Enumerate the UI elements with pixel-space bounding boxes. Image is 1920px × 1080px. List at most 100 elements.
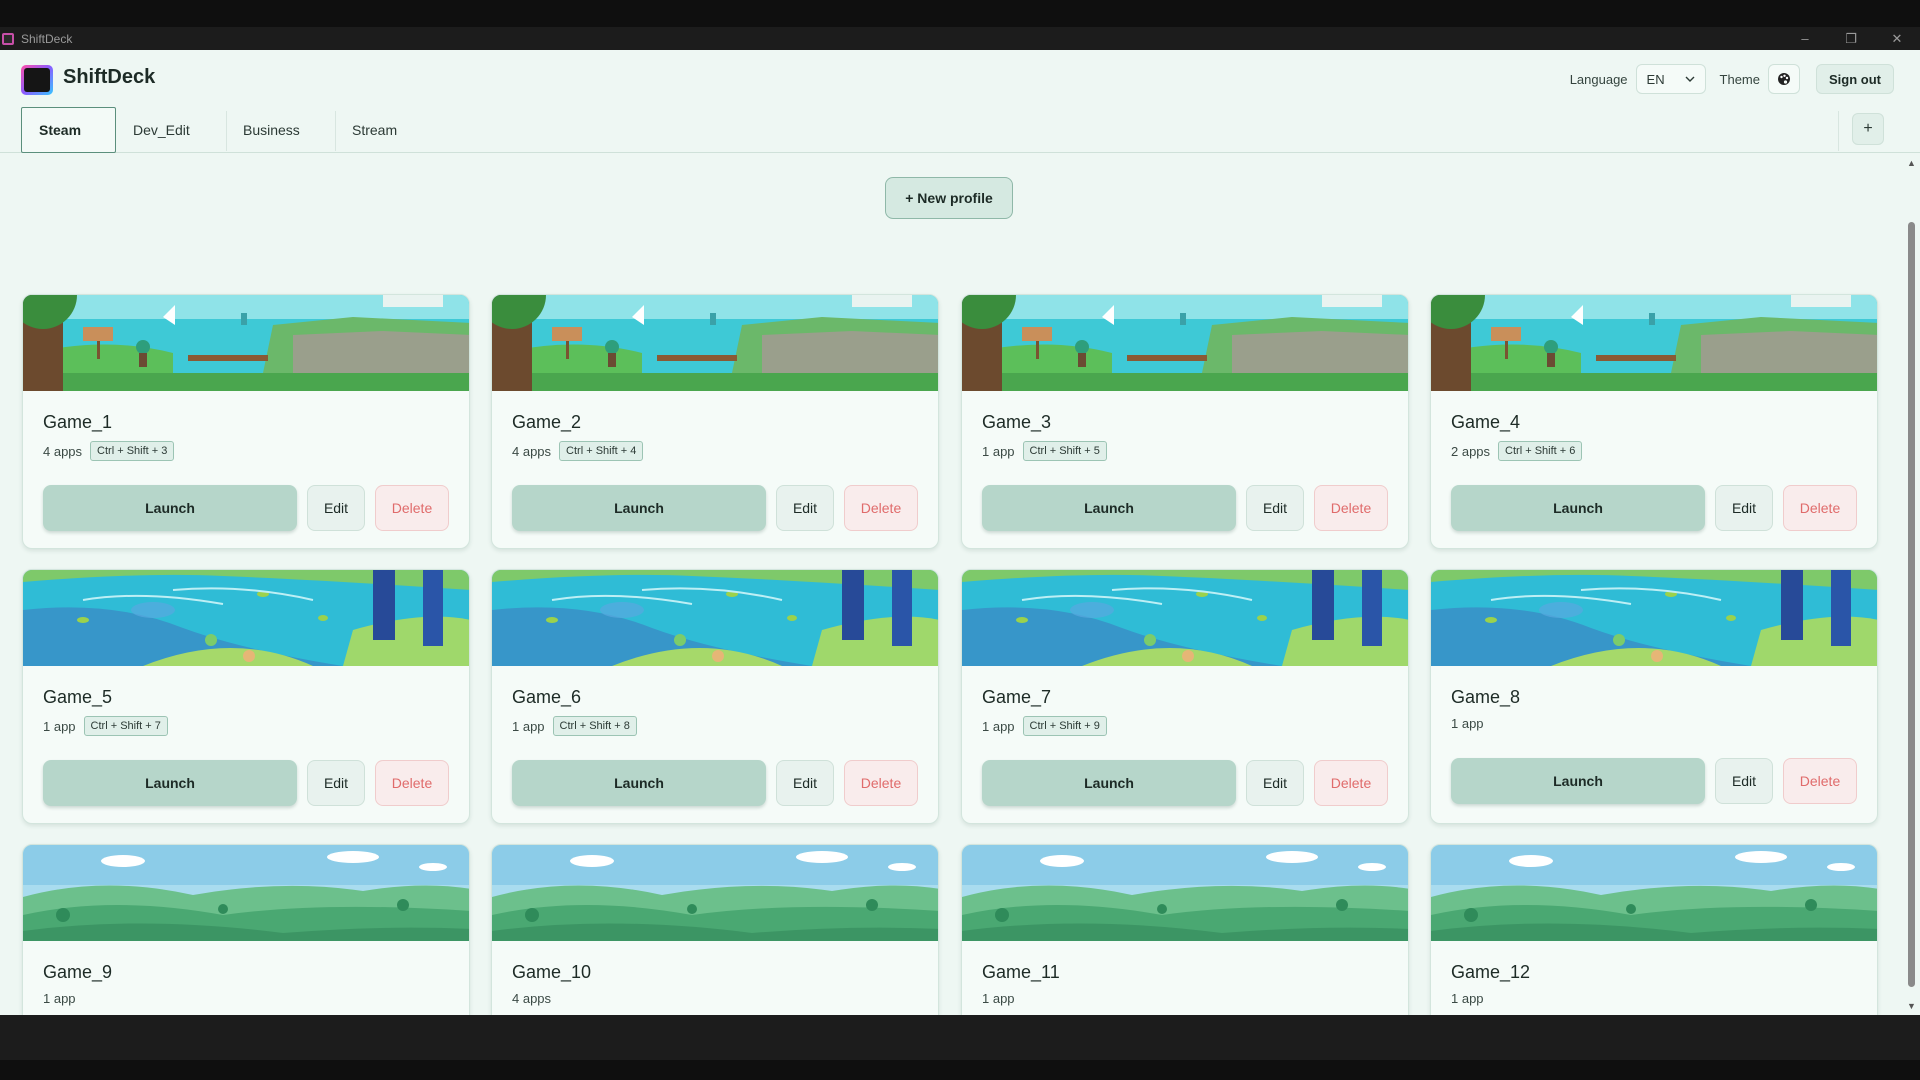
app-count: 1 app <box>982 443 1015 459</box>
tab-stream[interactable]: Stream <box>335 107 435 153</box>
profile-title: Game_2 <box>512 412 582 432</box>
edit-button[interactable]: Edit <box>1715 485 1773 531</box>
hotkey-badge: Ctrl + Shift + 8 <box>552 716 637 736</box>
close-icon[interactable]: ✕ <box>1874 27 1920 50</box>
delete-button[interactable]: Delete <box>844 485 918 531</box>
profile-card: Game_3 1 app Ctrl + Shift + 5 Launch Edi… <box>961 294 1409 549</box>
profile-meta: 4 apps <box>512 991 551 1006</box>
profile-banner-image <box>492 570 938 666</box>
hotkey-badge: Ctrl + Shift + 7 <box>83 716 168 736</box>
add-tab-button[interactable]: + <box>1852 113 1884 145</box>
profile-title: Game_5 <box>43 687 113 707</box>
delete-button[interactable]: Delete <box>1783 758 1857 804</box>
launch-button[interactable]: Launch <box>512 760 766 806</box>
profile-meta: 1 app Ctrl + Shift + 5 <box>982 441 1107 461</box>
profile-meta: 4 apps Ctrl + Shift + 4 <box>512 441 644 461</box>
scroll-down-icon[interactable]: ▼ <box>1907 1001 1916 1011</box>
tab-steam[interactable]: Steam <box>21 107 116 153</box>
taskbar <box>0 1015 1920 1060</box>
profile-title: Game_7 <box>982 687 1052 707</box>
launch-button[interactable]: Launch <box>1451 485 1705 531</box>
delete-button[interactable]: Delete <box>844 760 918 806</box>
profile-meta: 1 app Ctrl + Shift + 9 <box>982 716 1107 736</box>
app-header: ShiftDeck Language EN Theme Sign out <box>0 50 1920 105</box>
launch-button[interactable]: Launch <box>43 760 297 806</box>
profile-card: Game_5 1 app Ctrl + Shift + 7 Launch Edi… <box>22 569 470 824</box>
profile-meta: 1 app <box>982 991 1015 1006</box>
profile-title: Game_12 <box>1451 962 1531 982</box>
launch-button[interactable]: Launch <box>1451 758 1705 804</box>
hotkey-badge: Ctrl + Shift + 5 <box>1022 441 1107 461</box>
profile-grid-scroll[interactable]: + New profile Game_1 4 apps Ctrl + Shift… <box>0 154 1902 1015</box>
tab-business[interactable]: Business <box>226 107 335 153</box>
language-select[interactable]: EN <box>1635 64 1706 94</box>
edit-button[interactable]: Edit <box>776 485 834 531</box>
profile-card: Game_11 1 app Launch Edit Delete <box>961 844 1409 1015</box>
profile-banner-image <box>23 570 469 666</box>
minimize-icon[interactable]: – <box>1782 27 1828 50</box>
profile-title: Game_8 <box>1451 687 1521 707</box>
profile-card: Game_4 2 apps Ctrl + Shift + 6 Launch Ed… <box>1430 294 1878 549</box>
screen-bottom-band <box>0 1060 1920 1080</box>
profile-title: Game_3 <box>982 412 1052 432</box>
chevron-down-icon <box>1685 76 1695 82</box>
profile-card: Game_12 1 app Launch Edit Delete <box>1430 844 1878 1015</box>
profile-meta: 1 app Ctrl + Shift + 8 <box>512 716 637 736</box>
launch-button[interactable]: Launch <box>43 485 297 531</box>
launch-button[interactable]: Launch <box>982 485 1236 531</box>
delete-button[interactable]: Delete <box>1314 760 1388 806</box>
theme-button[interactable] <box>1768 64 1800 94</box>
profile-meta: 4 apps Ctrl + Shift + 3 <box>43 441 175 461</box>
profile-meta: 1 app <box>1451 716 1484 731</box>
tab-dev-edit[interactable]: Dev_Edit <box>116 107 226 153</box>
hotkey-badge: Ctrl + Shift + 9 <box>1022 716 1107 736</box>
restore-icon[interactable]: ❐ <box>1828 27 1874 50</box>
new-profile-button[interactable]: + New profile <box>885 177 1013 219</box>
app-count: 1 app <box>1451 991 1484 1006</box>
delete-button[interactable]: Delete <box>375 485 449 531</box>
profile-banner-image <box>1431 570 1877 666</box>
app-icon <box>2 32 14 45</box>
edit-button[interactable]: Edit <box>1246 485 1304 531</box>
profile-title: Game_6 <box>512 687 582 707</box>
delete-button[interactable]: Delete <box>1783 485 1857 531</box>
app-count: 4 apps <box>512 991 552 1006</box>
scroll-up-icon[interactable]: ▲ <box>1907 158 1916 168</box>
theme-label: Theme <box>1719 71 1760 87</box>
edit-button[interactable]: Edit <box>307 760 365 806</box>
delete-button[interactable]: Delete <box>375 760 449 806</box>
window-titlebar: ShiftDeck – ❐ ✕ <box>0 27 1920 50</box>
palette-icon <box>1778 73 1790 85</box>
edit-button[interactable]: Edit <box>776 760 834 806</box>
vertical-scrollbar[interactable]: ▲ ▼ <box>1902 154 1920 1015</box>
profile-banner-image <box>962 295 1408 391</box>
header-controls: Language EN Theme Sign out <box>1570 64 1894 94</box>
brand-name: ShiftDeck <box>63 66 156 88</box>
profile-title: Game_10 <box>512 962 592 982</box>
edit-button[interactable]: Edit <box>307 485 365 531</box>
sign-out-button[interactable]: Sign out <box>1816 64 1894 94</box>
window-title: ShiftDeck <box>21 31 73 46</box>
profile-meta: 2 apps Ctrl + Shift + 6 <box>1451 441 1583 461</box>
profile-banner-image <box>962 570 1408 666</box>
profile-card: Game_6 1 app Ctrl + Shift + 8 Launch Edi… <box>491 569 939 824</box>
app-count: 1 app <box>982 718 1015 734</box>
app-count: 1 app <box>1451 716 1484 731</box>
profile-title: Game_9 <box>43 962 113 982</box>
window-controls: – ❐ ✕ <box>1782 27 1920 50</box>
app-count: 2 apps <box>1451 443 1491 459</box>
edit-button[interactable]: Edit <box>1715 758 1773 804</box>
profile-banner-image <box>23 295 469 391</box>
edit-button[interactable]: Edit <box>1246 760 1304 806</box>
delete-button[interactable]: Delete <box>1314 485 1388 531</box>
hotkey-badge: Ctrl + Shift + 3 <box>90 441 175 461</box>
profile-card: Game_1 4 apps Ctrl + Shift + 3 Launch Ed… <box>22 294 470 549</box>
profile-title: Game_1 <box>43 412 113 432</box>
app-count: 1 app <box>43 718 76 734</box>
profile-card: Game_8 1 app Launch Edit Delete <box>1430 569 1878 824</box>
language-value: EN <box>1646 71 1665 87</box>
launch-button[interactable]: Launch <box>982 760 1236 806</box>
launch-button[interactable]: Launch <box>512 485 766 531</box>
scrollbar-thumb[interactable] <box>1908 222 1915 987</box>
screen-top-band <box>0 0 1920 27</box>
